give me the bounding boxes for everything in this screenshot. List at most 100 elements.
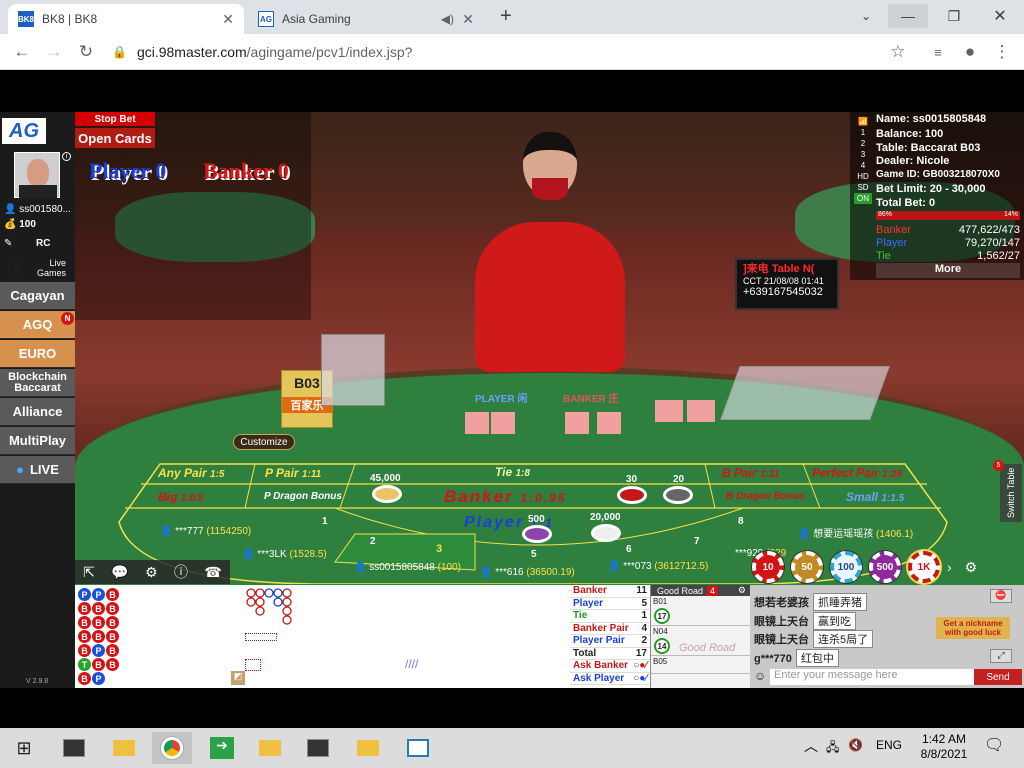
info-icon[interactable]: i — [62, 152, 71, 161]
ask-banker-button[interactable]: Ask Banker ○●⁄ — [570, 660, 650, 673]
camera-1-button[interactable]: 1 — [854, 127, 872, 138]
new-tab-button[interactable]: + — [500, 5, 512, 28]
terminal-icon[interactable] — [298, 732, 338, 764]
tab-title: BK8 | BK8 — [42, 12, 98, 26]
bet-b-pair[interactable]: B Pair 1:11 — [722, 466, 779, 480]
close-window-button[interactable]: ✕ — [980, 4, 1020, 28]
info-circle-icon[interactable]: ⓘ — [174, 562, 188, 582]
bet-p-pair[interactable]: P Pair 1:11 — [265, 466, 321, 480]
nickname-promo[interactable]: Get a nickname with good luck — [936, 617, 1010, 639]
bet-b-dragon-bonus[interactable]: B Dragon Bonus — [726, 491, 805, 502]
tray-chevron-icon[interactable]: ︿ — [804, 736, 818, 756]
seat-number: 1 — [322, 516, 328, 527]
bet-big[interactable]: Big 1:0.5 — [158, 490, 203, 504]
windows-start-icon[interactable]: ⊞ — [4, 732, 44, 764]
info-name: Name: ss0015805848 — [876, 113, 987, 125]
chip-settings-icon[interactable]: ⚙ — [965, 559, 978, 576]
speaker-icon[interactable]: ◀) — [441, 12, 454, 26]
edit-icon[interactable]: ✎ — [4, 238, 12, 249]
good-road-badge: 4 — [707, 585, 719, 596]
sidebar-item-alliance[interactable]: Alliance — [0, 398, 75, 426]
chip-100[interactable]: 100 — [830, 551, 862, 583]
rc-label[interactable]: RC — [36, 238, 50, 249]
clock[interactable]: 1:42 AM 8/8/2021 — [914, 732, 974, 762]
sidebar-item-multiplay[interactable]: MultiPlay — [0, 427, 75, 455]
chat-icon[interactable]: 💬 — [111, 564, 128, 581]
sd-button[interactable]: SD — [854, 182, 872, 193]
back-button[interactable]: ← — [10, 40, 34, 64]
bead-road: //// ◩ PBBBBTBPBBBPBPBBBBBB — [75, 585, 570, 688]
sidebar-item-live[interactable]: ● LIVE — [0, 456, 75, 484]
chip-50[interactable]: 50 — [791, 551, 823, 583]
maximize-button[interactable]: ❐ — [934, 4, 974, 28]
avatar[interactable] — [14, 152, 60, 199]
bet-any-pair[interactable]: Any Pair 1:5 — [158, 466, 224, 480]
app-arrow-icon[interactable]: ➔ — [202, 732, 242, 764]
good-road-settings-icon[interactable]: ⚙ — [738, 585, 746, 596]
tab-bk8[interactable]: BK8 BK8 | BK8 ✕ — [8, 4, 244, 34]
chip-10[interactable]: 10 — [752, 551, 784, 583]
close-tab-icon[interactable]: ✕ — [462, 11, 474, 28]
chrome-icon[interactable] — [152, 732, 192, 764]
reload-button[interactable]: ↻ — [74, 40, 98, 64]
close-tab-icon[interactable]: ✕ — [222, 11, 234, 28]
chip-1k[interactable]: 1K — [908, 551, 940, 583]
cockroach-road — [245, 659, 261, 671]
sidebar-item-blockchain-baccarat[interactable]: Blockchain Baccarat — [0, 369, 75, 397]
bet-tie[interactable]: Tie 1:8 — [495, 465, 530, 479]
forward-button[interactable]: → — [42, 40, 66, 64]
on-toggle[interactable]: ON — [854, 193, 872, 204]
exit-icon[interactable]: ⇱ — [83, 564, 95, 581]
volume-muted-icon[interactable]: 🔇 — [848, 738, 863, 752]
tab-search-icon[interactable]: ⌄ — [846, 4, 886, 28]
settings-gear-icon[interactable]: ⚙ — [145, 564, 158, 581]
bet-banker[interactable]: Banker 1:0.95 — [444, 487, 566, 507]
send-button[interactable]: Send — [974, 669, 1022, 685]
camera-3-button[interactable]: 3 — [854, 149, 872, 160]
bead-road-mark: B — [78, 630, 91, 643]
tab-asia-gaming[interactable]: AG Asia Gaming ◀) ✕ — [248, 4, 484, 34]
live-games-button[interactable]: Live Games — [34, 258, 66, 278]
media-controls-icon[interactable]: ≡ — [926, 40, 950, 64]
sidebar-item-euro[interactable]: EURO — [0, 340, 75, 368]
language-indicator[interactable]: ENG — [876, 738, 902, 752]
switch-table-button[interactable]: Switch Table — [1000, 464, 1022, 522]
bet-p-dragon-bonus[interactable]: P Dragon Bonus — [264, 491, 342, 502]
chip-next-arrow-icon[interactable]: › — [947, 559, 952, 575]
support-icon[interactable]: ☎ — [204, 564, 221, 581]
hd-button[interactable]: HD — [854, 171, 872, 182]
sidebar-item-cagayan[interactable]: Cagayan — [0, 282, 75, 310]
folder-icon[interactable] — [250, 732, 290, 764]
more-button[interactable]: More — [876, 263, 1020, 278]
menu-icon[interactable]: ⋮ — [990, 40, 1014, 64]
bet-small[interactable]: Small 1:1.5 — [846, 490, 904, 504]
ask-player-button[interactable]: Ask Player ○●⁄ — [570, 673, 650, 685]
chip-500[interactable]: 500 — [869, 551, 901, 583]
file-explorer-icon[interactable] — [104, 732, 144, 764]
emoji-icon[interactable]: ☺ — [754, 669, 766, 683]
good-road-table[interactable]: B05 — [651, 656, 750, 674]
chat-input[interactable]: Enter your message here — [770, 669, 976, 685]
customize-button[interactable]: Customize — [233, 434, 295, 450]
browser-tab-strip: BK8 BK8 | BK8 ✕ AG Asia Gaming ◀) ✕ + ⌄ … — [0, 0, 1024, 34]
stat-row: Total 17 — [570, 648, 650, 660]
left-sidebar: AG i 👤 ss001580... 💰 100 RC ✎ 🂡 Live Gam… — [0, 112, 75, 688]
url-field[interactable]: 🔒 gci.98master.com/agingame/pcv1/index.j… — [112, 39, 924, 65]
bookmark-star-icon[interactable]: ☆ — [886, 40, 910, 64]
road-toggle-icon[interactable]: ◩ — [231, 671, 245, 685]
window-app-icon[interactable] — [398, 732, 438, 764]
good-road-table[interactable]: B01 17 — [651, 596, 750, 626]
terminal-icon[interactable] — [54, 732, 94, 764]
profile-icon[interactable]: ● — [958, 40, 982, 64]
bead-road-mark: B — [92, 616, 105, 629]
folder-icon[interactable] — [348, 732, 388, 764]
notification-icon[interactable]: 🗨 — [984, 735, 1004, 755]
bet-perfect-pair[interactable]: Perfect Pair 1:25 — [812, 466, 902, 480]
good-road-table[interactable]: N04 14 Good Road — [651, 626, 750, 656]
network-icon[interactable]: 🖧 — [826, 738, 839, 759]
camera-4-button[interactable]: 4 — [854, 160, 872, 171]
mute-chat-icon[interactable]: ⛔ — [990, 589, 1012, 603]
minimize-button[interactable]: — — [888, 4, 928, 28]
camera-2-button[interactable]: 2 — [854, 138, 872, 149]
expand-chat-icon[interactable]: ⤢ — [990, 649, 1012, 663]
